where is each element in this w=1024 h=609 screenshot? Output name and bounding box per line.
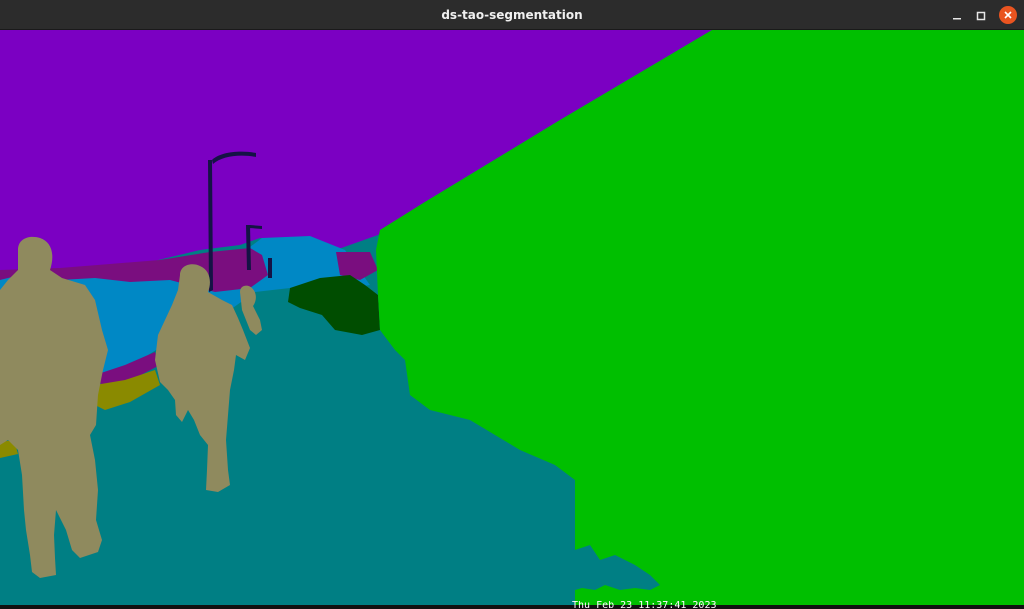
minimize-button[interactable] [947,5,967,25]
maximize-button[interactable] [971,5,991,25]
timestamp-overlay: Thu Feb 23 11:37:41 2023 [572,601,717,609]
segmentation-mask [0,30,1024,605]
minimize-icon [952,6,962,25]
app-window: ds-tao-segmentation Thu Feb 23 11:37:41 … [0,0,1024,609]
maximize-icon [976,6,986,25]
pole-region-tiny [268,258,272,278]
window-title: ds-tao-segmentation [441,8,583,22]
segmentation-view [0,30,1024,605]
status-bar [0,605,1024,609]
title-bar[interactable]: ds-tao-segmentation [0,0,1024,30]
close-button[interactable] [998,5,1018,25]
close-icon [999,6,1017,24]
